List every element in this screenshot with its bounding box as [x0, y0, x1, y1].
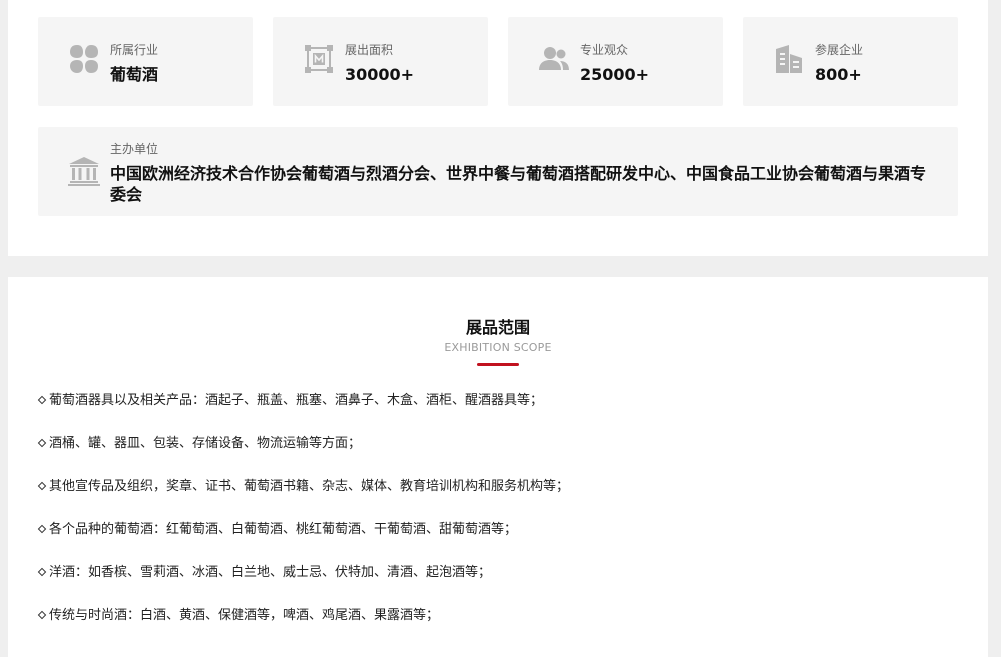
scope-item-text: 洋酒：如香槟、雪莉酒、冰酒、白兰地、威士忌、伏特加、清酒、起泡酒等；	[49, 565, 492, 580]
stat-label: 参展企业	[815, 43, 864, 57]
stat-value: 800+	[815, 65, 862, 84]
diamond-bullet-icon	[37, 438, 47, 447]
scope-item: 葡萄酒器具以及相关产品：酒起子、瓶盖、瓶塞、酒鼻子、木盒、酒柜、醒酒器具等；	[37, 392, 569, 435]
scope-item: 洋酒：如香槟、雪莉酒、冰酒、白兰地、威士忌、伏特加、清酒、起泡酒等；	[37, 564, 569, 607]
organizer-card: 主办单位 中国欧洲经济技术合作协会葡萄酒与烈酒分会、世界中餐与葡萄酒搭配研发中心…	[38, 127, 958, 216]
title-underline-accent	[477, 363, 519, 366]
scope-item: 其他宣传品及组织，奖章、证书、葡萄酒书籍、杂志、媒体、教育培训机构和服务机构等；	[37, 478, 570, 521]
stat-card-audience: 专业观众 25000+	[508, 17, 723, 106]
stat-card-area: 展出面积 30000+	[273, 17, 488, 106]
stat-card-exhibitors: 参展企业 800+	[743, 17, 958, 106]
exhibition-scope-panel: 展品范围 EXHIBITION SCOPE 葡萄酒器具以及相关产品：酒起子、瓶盖…	[8, 277, 988, 657]
area-frame-icon	[305, 45, 333, 73]
diamond-bullet-icon	[37, 610, 47, 619]
diamond-bullet-icon	[37, 524, 47, 533]
exhibition-info-panel: 所属行业 葡萄酒 展出面积 30000+ 专业观众 25000+ 参展企业 80…	[8, 0, 988, 256]
scope-list: 葡萄酒器具以及相关产品：酒起子、瓶盖、瓶塞、酒鼻子、木盒、酒柜、醒酒器具等； 酒…	[37, 392, 570, 650]
institution-icon	[68, 157, 100, 186]
scope-item: 各个品种的葡萄酒：红葡萄酒、白葡萄酒、桃红葡萄酒、干葡萄酒、甜葡萄酒等；	[37, 521, 569, 564]
audience-people-icon	[539, 47, 569, 70]
scope-item-text: 葡萄酒器具以及相关产品：酒起子、瓶盖、瓶塞、酒鼻子、木盒、酒柜、醒酒器具等；	[49, 393, 544, 408]
scope-item: 传统与时尚酒：白酒、黄酒、保健酒等，啤酒、鸡尾酒、果露酒等；	[37, 607, 569, 650]
section-subtitle: EXHIBITION SCOPE	[444, 341, 552, 354]
scope-item: 酒桶、罐、器皿、包装、存储设备、物流运输等方面；	[37, 435, 569, 478]
organizer-value: 中国欧洲经济技术合作协会葡萄酒与烈酒分会、世界中餐与葡萄酒搭配研发中心、中国食品…	[110, 164, 927, 204]
section-title: 展品范围	[465, 318, 530, 337]
organizer-label: 主办单位	[110, 142, 159, 156]
scope-item-text: 其他宣传品及组织，奖章、证书、葡萄酒书籍、杂志、媒体、教育培训机构和服务机构等；	[49, 479, 570, 494]
stat-value: 葡萄酒	[110, 65, 159, 84]
category-grid-icon	[70, 45, 98, 73]
scope-item-text: 各个品种的葡萄酒：红葡萄酒、白葡萄酒、桃红葡萄酒、干葡萄酒、甜葡萄酒等；	[49, 522, 518, 537]
stat-label: 展出面积	[345, 43, 394, 57]
stat-label: 专业观众	[580, 43, 629, 57]
diamond-bullet-icon	[37, 567, 47, 576]
scope-item-text: 酒桶、罐、器皿、包装、存储设备、物流运输等方面；	[49, 436, 362, 451]
stat-value: 30000+	[345, 65, 415, 84]
diamond-bullet-icon	[37, 481, 47, 490]
diamond-bullet-icon	[37, 395, 47, 404]
scope-item-text: 传统与时尚酒：白酒、黄酒、保健酒等，啤酒、鸡尾酒、果露酒等；	[49, 608, 440, 623]
stat-value: 25000+	[580, 65, 650, 84]
stat-card-industry: 所属行业 葡萄酒	[38, 17, 253, 106]
company-building-icon	[776, 45, 802, 73]
stat-label: 所属行业	[110, 43, 159, 57]
